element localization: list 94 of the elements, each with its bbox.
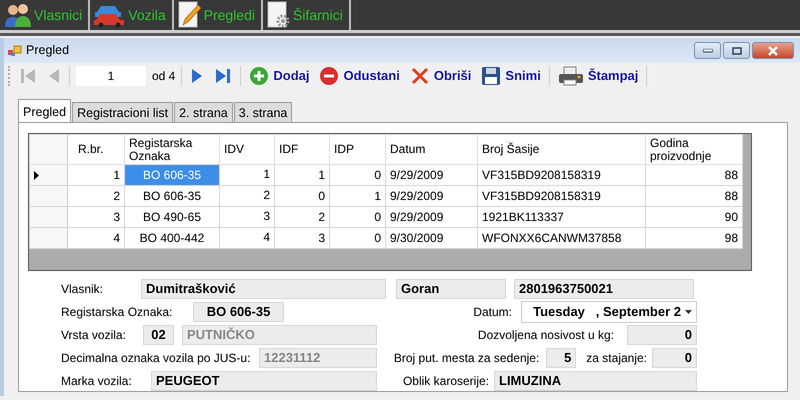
cancel-button[interactable]: Odustani [317,66,402,86]
table-cell: 9/30/2009 [386,228,478,248]
current-row-icon [34,170,39,180]
table-cell: 2 [220,186,274,206]
text-field[interactable]: LIMUZINA [494,370,697,390]
text-field[interactable]: Dumitrašković [141,278,386,298]
table-cell: BO 400-442 [124,228,220,248]
column-header[interactable]: Broj Šasije [478,134,646,164]
close-button[interactable] [752,42,794,59]
delete-button[interactable]: Obriši [408,66,474,86]
text-field[interactable]: PEUGEOT [151,370,377,390]
table-cell: 2 [274,206,330,228]
text-field[interactable]: 0 [652,348,697,368]
table-cell: 9/29/2009 [386,186,478,206]
table-cell: 9/29/2009 [386,206,478,228]
column-header[interactable]: Datum [386,134,478,164]
table-cell: 0 [330,206,386,228]
field-label: Vlasnik: [61,280,104,298]
tab[interactable]: 2. strana [174,102,233,122]
table-cell: 9/29/2009 [386,164,478,186]
table-cell: 88 [646,164,742,186]
field-label: Dozvoljena nosivost u kg: [478,326,614,344]
printer-icon [558,66,584,86]
people-icon [4,2,32,28]
field-label: za stajanje: [586,350,647,366]
menu-item[interactable]: Pregledi [174,0,263,30]
maximize-button[interactable] [723,42,750,59]
text-field[interactable]: BO 606-35 [193,302,284,322]
table-cell: 2 [68,186,124,206]
window-icon [8,44,22,56]
table-cell: 3 [68,206,124,228]
table-cell: 1 [274,164,330,186]
table-cell: BO 606-35 [124,186,220,206]
text-field[interactable]: 02 [143,324,174,344]
table-cell: 88 [646,186,742,206]
field-label: Registarska Oznaka: [61,304,174,320]
delete-icon [410,66,430,86]
field-label: Oblik karoserije: [402,372,489,390]
table-cell: 1 [220,164,274,186]
field-label: Datum: [473,304,512,320]
text-field[interactable]: Goran [396,278,506,298]
window-title: Pregled [26,42,70,60]
document-gear-icon [266,1,291,29]
text-field[interactable]: 2801963750021 [514,278,694,298]
tab[interactable]: Pregled [18,99,72,122]
save-button[interactable]: Snimi [479,66,543,86]
maximize-icon [732,46,742,54]
field-label: Decimalna oznaka vozila po JUS-u: [61,350,252,366]
table-cell: 0 [330,164,386,186]
row-header[interactable] [30,164,68,186]
date-picker[interactable]: Tuesday , September 2 [521,300,697,322]
table-cell: 1 [330,186,386,206]
tab[interactable]: 3. strana [234,102,292,122]
table-cell: 3 [220,206,274,228]
dropdown-caret-icon [685,310,692,314]
record-count: od 4 [152,68,176,85]
close-icon [767,46,779,56]
field-label: Marka vozila: [61,372,133,390]
add-icon [249,66,270,86]
table-cell: 98 [646,228,742,248]
table-cell: 0 [330,228,386,248]
print-button[interactable]: Štampaj [556,66,640,86]
menu-item[interactable]: Šifarnici [262,0,351,30]
table-cell: VF315BD9208158319 [478,186,646,206]
table-cell: 1 [68,164,124,186]
add-button[interactable]: Dodaj [247,66,312,86]
position-field[interactable]: 1 [76,66,146,86]
tab[interactable]: Registracioni list [72,102,174,122]
column-header[interactable]: R.br. [68,134,124,164]
table-cell: 3 [274,228,330,248]
table-cell: BO 606-35 [124,164,220,186]
table-cell: VF315BD9208158319 [478,164,646,186]
document-pencil-icon [178,1,202,29]
column-header[interactable]: IDP [330,134,386,164]
menu-item[interactable]: Vozila [90,0,174,30]
table-cell: 4 [68,228,124,248]
column-header[interactable]: Godina proizvodnje [646,134,742,164]
column-header[interactable]: Registarska Oznaka [124,134,220,164]
text-field[interactable]: 5 [546,348,576,368]
column-header[interactable]: IDV [220,134,274,164]
minimize-icon [702,48,712,52]
minimize-button[interactable] [694,42,721,59]
table-cell: 1921BK113337 [478,206,646,228]
column-header[interactable]: IDF [274,134,330,164]
field-label: Vrsta vozila: [61,326,127,344]
field-label: Broj put. mesta za sedenje: [394,350,540,366]
cancel-icon [319,66,340,86]
table-cell: BO 490-65 [124,206,220,228]
table-cell: 4 [220,228,274,248]
table-cell: 90 [646,206,742,228]
table-cell: 0 [274,186,330,206]
text-field[interactable]: 0 [627,324,697,344]
table-cell: WFONXX6CANWM37858 [478,228,646,248]
menu-item[interactable]: Vlasnici [0,0,90,30]
